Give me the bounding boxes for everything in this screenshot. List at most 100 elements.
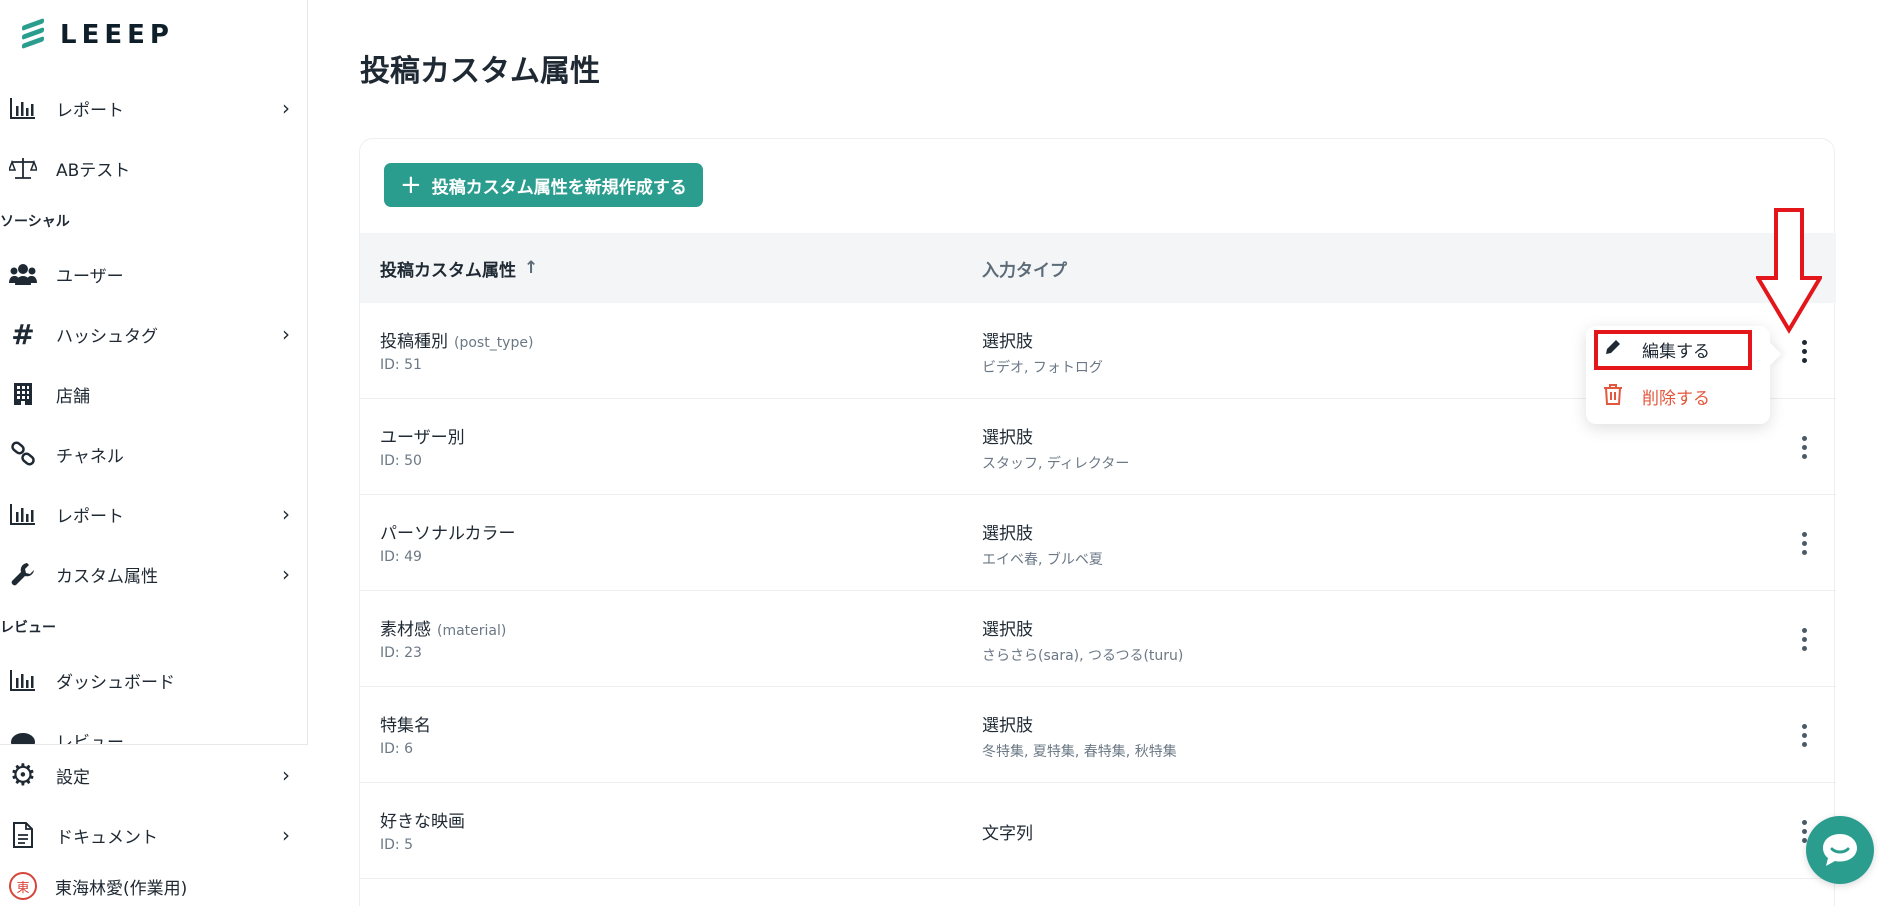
chevron-right-icon: › [282, 502, 290, 526]
chevron-right-icon: › [282, 763, 290, 787]
sidebar-item-custom-attributes[interactable]: カスタム属性 › [0, 544, 308, 604]
column-header-type: 入力タイプ [982, 260, 1067, 281]
page-title: 投稿カスタム属性 [360, 54, 600, 89]
sidebar-item-label: 設定 [56, 767, 90, 788]
users-icon [8, 259, 38, 289]
kebab-dot [1801, 357, 1807, 363]
input-type: 文字列 [982, 824, 1033, 844]
sidebar-item-channel[interactable]: チャネル [0, 424, 308, 484]
logo-mark-icon [18, 16, 50, 54]
chat-button[interactable] [1806, 816, 1874, 884]
kebab-dot [1801, 444, 1807, 450]
row-action-menu: 編集する 削除する [1586, 326, 1770, 424]
logo[interactable]: LEEEP [18, 16, 174, 54]
kebab-dot [1801, 549, 1807, 555]
link-icon [8, 439, 38, 469]
attribute-id: ID: 23 [380, 645, 422, 661]
kebab-dot [1801, 837, 1807, 843]
sidebar-item-hashtag[interactable]: # ハッシュタグ › [0, 304, 308, 364]
kebab-dot [1801, 627, 1807, 633]
create-attribute-button[interactable]: + 投稿カスタム属性を新規作成する [384, 163, 703, 207]
row-menu-button[interactable] [1790, 527, 1818, 559]
input-options: スタッフ, ディレクター [982, 456, 1130, 472]
kebab-dot [1801, 636, 1807, 642]
chevron-right-icon: › [282, 823, 290, 847]
sidebar-item-label: ユーザー [56, 266, 124, 287]
sidebar-item-label: ハッシュタグ [56, 326, 158, 347]
input-type: 選択肢 [982, 524, 1033, 544]
row-menu-button[interactable] [1790, 431, 1818, 463]
bar-chart-icon [8, 665, 38, 695]
sidebar-item-review[interactable]: レビュー [0, 710, 308, 744]
attribute-name-cell: ユーザー別 [380, 423, 465, 448]
sidebar-item-label: レビュー [56, 733, 124, 744]
scale-icon [8, 153, 38, 183]
create-attribute-label: 投稿カスタム属性を新規作成する [431, 177, 687, 198]
attribute-id: ID: 6 [380, 741, 413, 757]
attribute-name-cell: 投稿種別 (post_type) [380, 327, 533, 352]
input-options: 冬特集, 夏特集, 春特集, 秋特集 [982, 744, 1177, 760]
kebab-dot [1801, 531, 1807, 537]
attribute-name: 好きな映画 [380, 812, 465, 832]
sidebar-item-label: レポート [56, 506, 124, 527]
delete-label: 削除する [1642, 388, 1710, 409]
kebab-dot [1801, 723, 1807, 729]
kebab-dot [1801, 819, 1807, 825]
input-type: 選択肢 [982, 716, 1033, 736]
sidebar-item-dashboard[interactable]: ダッシュボード [0, 650, 308, 710]
sidebar-item-ab-test[interactable]: ABテスト [0, 138, 308, 198]
sidebar-user[interactable]: 東 東海林愛(作業用) [0, 865, 308, 906]
sidebar-item-report[interactable]: レポート › [0, 78, 308, 138]
input-options: さらさら(sara), つるつる(turu) [982, 648, 1184, 664]
row-menu-button[interactable] [1790, 623, 1818, 655]
kebab-dot [1801, 732, 1807, 738]
attribute-id: ID: 49 [380, 549, 422, 565]
kebab-dot [1801, 741, 1807, 747]
sidebar-item-label: レポート [56, 100, 124, 121]
input-type: 選択肢 [982, 332, 1033, 352]
kebab-dot [1801, 453, 1807, 459]
sort-ascending-icon: ↑ [524, 258, 539, 278]
table-header: 投稿カスタム属性 ↑ 入力タイプ [360, 233, 1836, 303]
sidebar-item-label: ダッシュボード [56, 672, 175, 693]
chevron-right-icon: › [282, 322, 290, 346]
edit-label: 編集する [1642, 341, 1710, 362]
column-header-name[interactable]: 投稿カスタム属性 ↑ [380, 256, 538, 281]
document-icon [8, 820, 38, 850]
attribute-name-cell: パーソナルカラー [380, 519, 516, 544]
attribute-name-cell: 素材感 (material) [380, 615, 506, 640]
sidebar-item-stores[interactable]: 店舗 [0, 364, 308, 424]
attributes-card: + 投稿カスタム属性を新規作成する 投稿カスタム属性 ↑ 入力タイプ 投稿種別 (… [359, 138, 1836, 906]
kebab-dot [1801, 828, 1807, 834]
row-menu-button[interactable] [1790, 719, 1818, 751]
annotation-down-arrow-icon [1756, 208, 1822, 334]
sidebar-item-label: 店舗 [56, 386, 90, 407]
hashtag-icon: # [11, 317, 35, 351]
sidebar-item-settings[interactable]: ⚙ 設定 › [0, 745, 308, 805]
sidebar-item-social-report[interactable]: レポート › [0, 484, 308, 544]
gear-icon: ⚙ [9, 757, 37, 793]
table-row: パーソナルカラー ID: 49 選択肢 エイベ春, ブルベ夏 [360, 495, 1836, 591]
chat-icon [1823, 834, 1857, 866]
row-menu-button[interactable] [1790, 335, 1818, 367]
chevron-right-icon: › [282, 96, 290, 120]
section-social: ソーシャル [0, 214, 70, 230]
chevron-right-icon: › [282, 562, 290, 586]
building-icon [8, 379, 38, 409]
avatar: 東 [9, 872, 37, 900]
table-row: 素材感 (material) ID: 23 選択肢 さらさら(sara), つるつ… [360, 591, 1836, 687]
edit-menu-item[interactable]: 編集する [1596, 330, 1760, 368]
sidebar-item-label: チャネル [56, 446, 124, 467]
sidebar-item-documents[interactable]: ドキュメント › [0, 805, 308, 865]
user-name: 東海林愛(作業用) [55, 878, 188, 899]
attribute-id: ID: 5 [380, 837, 413, 853]
delete-menu-item[interactable]: 削除する [1596, 377, 1760, 415]
sidebar-item-users[interactable]: ユーザー [0, 244, 308, 304]
input-type: 選択肢 [982, 428, 1033, 448]
sidebar-item-label: ドキュメント [56, 827, 158, 848]
sidebar: LEEEP レポート › ABテスト ソーシャル ユーザー # ハッシュタグ › [0, 0, 308, 906]
sidebar-item-label: ABテスト [56, 160, 131, 181]
comment-icon [8, 728, 38, 744]
kebab-dot [1801, 435, 1807, 441]
sidebar-item-label: カスタム属性 [56, 566, 158, 587]
